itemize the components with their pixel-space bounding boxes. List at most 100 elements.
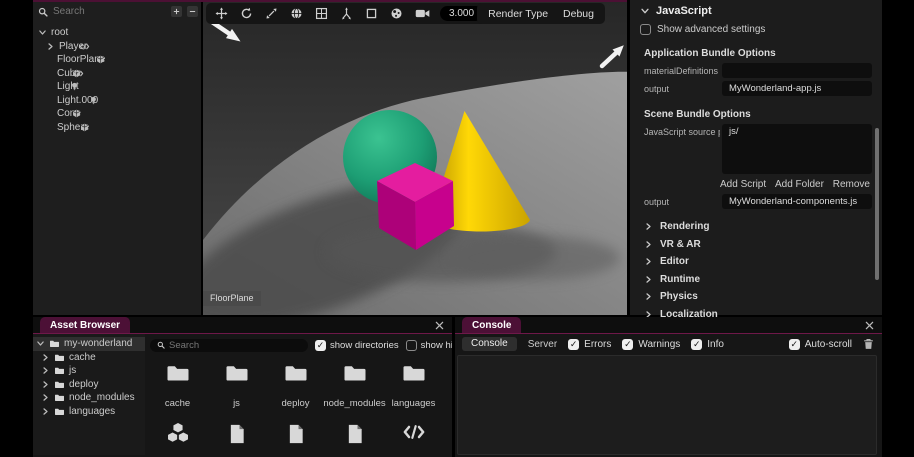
mesh-icon [72, 109, 81, 118]
source-paths-textarea[interactable]: js/ [722, 124, 872, 174]
minus-icon [189, 8, 196, 15]
show-hidden-checkbox[interactable] [406, 340, 417, 351]
autoscroll-checkbox[interactable] [789, 339, 800, 350]
warnings-checkbox[interactable] [622, 339, 633, 350]
folder-icon [54, 407, 65, 416]
remove-object-button[interactable] [187, 6, 198, 17]
tree-item-sphere[interactable]: Sphere [33, 121, 201, 135]
show-advanced-checkbox[interactable] [640, 24, 651, 35]
show-advanced-label: Show advanced settings [657, 24, 765, 35]
asset-tile-file[interactable] [325, 409, 384, 446]
section-title: JavaScript [656, 5, 712, 17]
components-output-input[interactable] [722, 194, 872, 209]
show-hidden-label: show hidden [421, 340, 452, 351]
folder-icon [401, 362, 427, 383]
server-view-button[interactable]: Server [528, 339, 557, 350]
show-directories-checkbox[interactable] [315, 340, 326, 351]
console-view-button[interactable]: Console [462, 337, 517, 351]
grid-snap-icon[interactable] [315, 7, 328, 20]
folder-tree-item-deploy[interactable]: deploy [33, 378, 145, 392]
errors-checkbox[interactable] [568, 339, 579, 350]
tree-item-light000[interactable]: Light.000 [33, 94, 201, 108]
asset-tile-file[interactable] [207, 409, 266, 446]
chevron-right-icon [644, 240, 653, 249]
search-icon [38, 7, 48, 17]
console-log-area[interactable] [457, 355, 877, 455]
close-icon[interactable] [865, 321, 874, 330]
close-icon[interactable] [435, 321, 444, 330]
chevron-right-icon [41, 366, 50, 375]
camera-icon[interactable] [415, 7, 430, 20]
folder-tree-item-js[interactable]: js [33, 364, 145, 378]
chevron-down-icon[interactable] [640, 6, 650, 16]
material-definitions-input[interactable] [722, 63, 872, 78]
add-folder-button[interactable]: Add Folder [775, 179, 824, 190]
components-output-label: output [644, 197, 720, 207]
app-bundle-header: Application Bundle Options [644, 48, 882, 59]
remove-button[interactable]: Remove [833, 179, 870, 190]
global-space-icon[interactable] [290, 7, 303, 20]
asset-tile-package[interactable] [148, 409, 207, 446]
plus-icon [173, 8, 180, 15]
file-icon [345, 422, 365, 446]
add-object-button[interactable] [171, 6, 182, 17]
info-label: Info [707, 339, 724, 350]
rotate-tool-icon[interactable] [240, 7, 253, 20]
asset-browser-tab[interactable]: Asset Browser [40, 317, 130, 333]
folder-icon [54, 380, 65, 389]
outliner-search-input[interactable] [53, 6, 166, 17]
add-script-button[interactable]: Add Script [720, 179, 766, 190]
asset-tile-cache[interactable]: cache [148, 353, 207, 409]
section-runtime[interactable]: Runtime [630, 271, 882, 289]
scene-render [203, 2, 627, 315]
app-output-input[interactable] [722, 81, 872, 96]
tree-item-light[interactable]: Light [33, 80, 201, 94]
tree-item-root[interactable]: root [33, 26, 201, 40]
asset-tile-languages[interactable]: languages [384, 353, 443, 409]
info-checkbox[interactable] [691, 339, 702, 350]
shading-icon[interactable] [390, 7, 403, 20]
chevron-right-icon [644, 222, 653, 231]
section-rendering[interactable]: Rendering [630, 218, 882, 236]
asset-tile-js[interactable]: js [207, 353, 266, 409]
tree-item-cube[interactable]: Cube [33, 67, 201, 81]
chevron-down-icon [36, 339, 45, 348]
chevron-down-icon [38, 28, 47, 37]
search-icon [157, 341, 165, 349]
section-physics[interactable]: Physics [630, 288, 882, 306]
asset-tile-file[interactable] [266, 409, 325, 446]
asset-tile-deploy[interactable]: deploy [266, 353, 325, 409]
folder-tree-item-node-modules[interactable]: node_modules [33, 391, 145, 405]
clear-console-button[interactable] [863, 338, 874, 350]
tree-item-cone[interactable]: Cone [33, 107, 201, 121]
folder-icon [165, 362, 191, 383]
move-tool-icon[interactable] [215, 7, 228, 20]
folder-icon [283, 362, 309, 383]
inspector-scrollbar[interactable] [875, 128, 879, 280]
section-vr-ar[interactable]: VR & AR [630, 236, 882, 254]
section-editor[interactable]: Editor [630, 253, 882, 271]
selection-box-icon[interactable] [365, 7, 378, 20]
asset-search-input[interactable] [169, 340, 301, 351]
code-icon [78, 42, 91, 51]
axes-gizmo-icon[interactable] [340, 7, 353, 20]
folder-icon [54, 353, 65, 362]
console-tab[interactable]: Console [462, 317, 521, 333]
console-panel: Console Console Server Errors Warnings I… [455, 317, 882, 457]
render-type-button[interactable]: Render Type [488, 8, 548, 20]
autoscroll-label: Auto-scroll [805, 339, 852, 350]
folder-tree-item-languages[interactable]: languages [33, 405, 145, 419]
debug-button[interactable]: Debug [563, 8, 594, 20]
chevron-right-icon [46, 42, 55, 51]
asset-tile-script[interactable] [384, 409, 443, 446]
folder-tree-item-my-wonderland[interactable]: my-wonderland [33, 337, 145, 351]
folder-tree-item-cache[interactable]: cache [33, 351, 145, 365]
tree-item-floorplane[interactable]: FloorPlane [33, 53, 201, 67]
3d-viewport[interactable]: 3.000 Render Type Debug FloorPlane [203, 2, 627, 315]
tree-item-player[interactable]: Player [33, 40, 201, 54]
asset-tile-node-modules[interactable]: node_modules [325, 353, 384, 409]
tree-item-label: root [51, 27, 68, 38]
folder-icon [54, 366, 65, 375]
light-icon [89, 96, 98, 105]
scale-tool-icon[interactable] [265, 7, 278, 20]
